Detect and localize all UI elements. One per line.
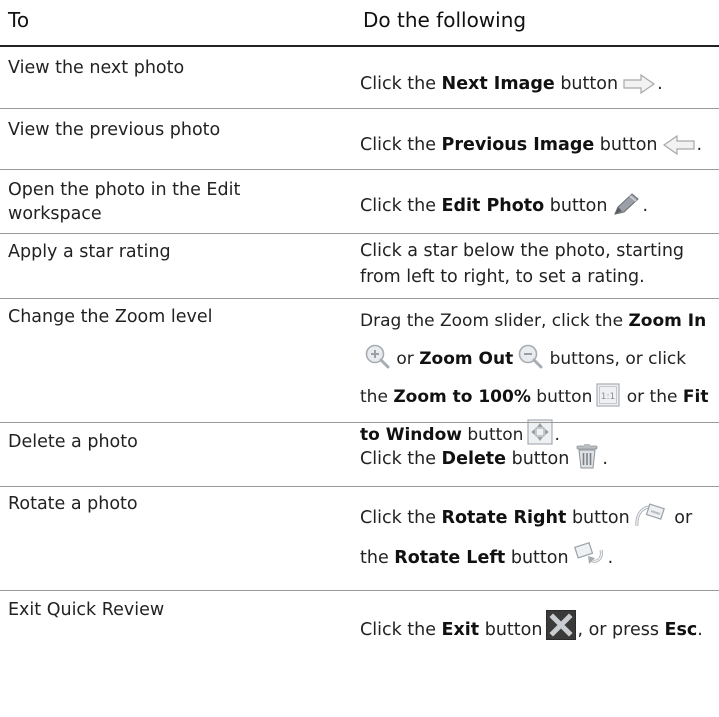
task-cell: View the previous photo — [8, 120, 221, 140]
pencil-icon — [611, 192, 641, 216]
row-divider — [0, 590, 719, 591]
instruction-cell: Click the Next Image button. — [360, 74, 663, 94]
column-header-to: To — [8, 8, 30, 32]
task-cell: Exit Quick Review — [8, 600, 165, 620]
ui-term: Previous Image — [441, 135, 595, 155]
ui-term: Edit Photo — [441, 196, 545, 216]
arrow-right-icon — [622, 74, 656, 94]
close-icon — [546, 610, 577, 640]
rotate-right-icon — [634, 502, 668, 528]
task-cell: Rotate a photo — [8, 494, 138, 514]
row-divider — [0, 486, 719, 487]
column-header-do-the-following: Do the following — [363, 8, 527, 32]
ui-term: Next Image — [441, 74, 555, 94]
rotate-left-icon — [573, 542, 607, 568]
instruction-cell: Click a star below the photo, starting f… — [360, 241, 685, 287]
ui-term: Zoom In — [628, 311, 707, 331]
row-divider — [0, 422, 719, 423]
zoom-out-icon — [517, 343, 543, 369]
zoom-in-icon — [364, 343, 390, 369]
task-cell: View the next photo — [8, 58, 185, 78]
instruction-cell: Drag the Zoom slider, click the Zoom In … — [360, 311, 709, 445]
ui-term: Zoom to 100% — [393, 387, 531, 407]
task-cell: Apply a star rating — [8, 242, 171, 262]
header-rule — [0, 45, 719, 47]
svg-text:1:1: 1:1 — [601, 392, 615, 402]
instruction-cell: Click the Rotate Right button or the Rot… — [360, 498, 716, 578]
task-cell: Open the photo in the Edit workspace — [8, 180, 241, 224]
row-divider — [0, 169, 719, 170]
task-cell: Delete a photo — [8, 432, 138, 452]
trash-icon — [573, 443, 601, 469]
ui-term: Exit — [441, 620, 480, 640]
instruction-cell: Click the Exit button, or press Esc. — [360, 610, 716, 645]
row-divider — [0, 298, 719, 299]
ui-term: Rotate Right — [441, 508, 567, 528]
instruction-cell: Click the Edit Photo button. — [360, 190, 716, 223]
row-divider — [0, 108, 719, 109]
ui-term: Rotate Left — [394, 548, 506, 568]
arrow-left-icon — [662, 135, 696, 155]
zoom-100-icon: 1:1 — [596, 383, 620, 407]
ui-term: Zoom Out — [419, 349, 514, 369]
row-divider — [0, 233, 719, 234]
instruction-cell: Click the Delete button. — [360, 443, 716, 476]
task-cell: Change the Zoom level — [8, 307, 213, 327]
instruction-cell: Click the Previous Image button. — [360, 135, 703, 155]
ui-term: Esc — [664, 620, 698, 640]
ui-term: Delete — [441, 449, 507, 469]
